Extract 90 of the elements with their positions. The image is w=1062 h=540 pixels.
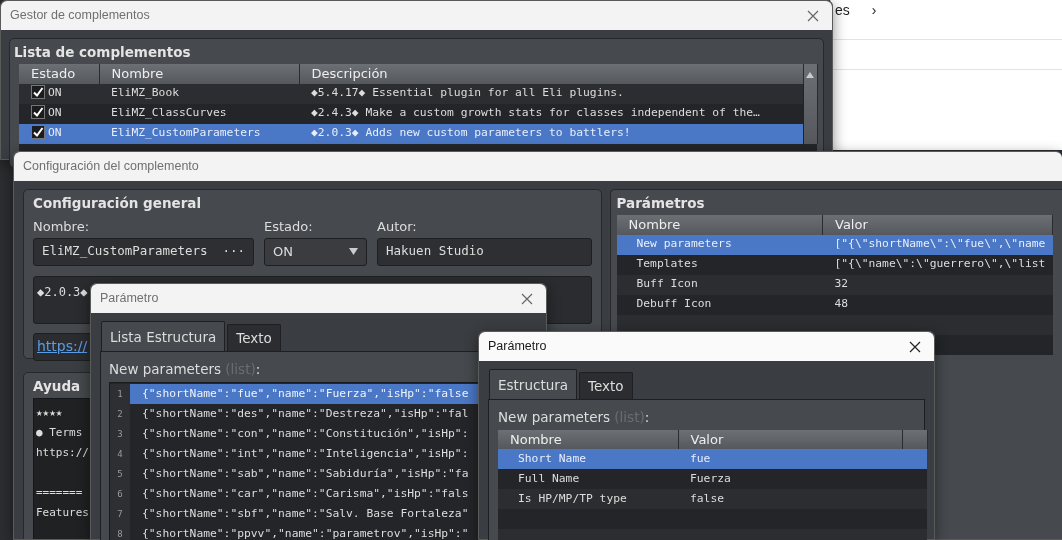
line-number: 7 [110,503,130,524]
checkbox[interactable] [31,105,45,120]
header-text: es [835,1,850,20]
status-dropdown[interactable]: ON [264,237,367,266]
field-value: EliMZ_CustomParameters [42,242,208,261]
name-field[interactable]: EliMZ_CustomParameters ··· [33,237,254,266]
group-title: Parámetros [616,194,705,213]
browse-button[interactable]: ··· [222,242,245,262]
parameter-row[interactable]: Templates ["{\"name\":\"guerrero\",\"list [616,254,1053,275]
column-header[interactable]: Estado [19,64,99,84]
field-label: New parameters [109,361,222,378]
help-text: https:// [36,446,89,460]
plugin-row[interactable]: ON EliMZ_CustomParameters ◆2.0.3◆ Adds new custom parameters to battlers! [19,123,817,144]
table-cell: Buff Icon [616,274,823,295]
field-label: Autor: [377,218,418,237]
column-header[interactable]: Descripción [299,64,803,84]
column-header[interactable]: Nombre [498,429,678,449]
parameter-row[interactable]: New parameters ["{\"shortName\":\"fue\",\"name [616,234,1053,255]
status-text: ON [48,86,62,100]
scrollbar[interactable] [803,64,817,144]
line-number: 1 [110,383,130,404]
column-header[interactable]: Nombre [616,215,823,235]
table-cell: Fuerza [678,469,927,489]
line-number: 2 [110,403,130,424]
window-title: Parámetro [100,290,159,308]
line-number: 4 [110,443,130,464]
table-cell: EliMZ_ClassCurves [99,103,299,124]
window-title: Configuración del complemento [23,158,199,176]
table-cell: ◆2.0.3◆ Adds new custom parameters to battlers! [299,123,803,144]
line-number: 5 [110,463,130,484]
table-cell: ◆2.4.3◆ Make a custom growth stats for classes independent of the… [299,103,803,124]
column-header[interactable]: Valor [678,429,902,449]
field-value: Hakuen Studio [386,242,484,261]
field-label: Nombre: [33,218,91,237]
description-text: ◆2.0.3◆ [37,284,88,299]
parameter-row[interactable]: Buff Icon 32 [616,274,1053,295]
window-title: Gestor de complementos [10,7,150,25]
table-cell: fue [678,449,927,469]
close-icon [807,9,819,22]
tab[interactable]: Estructura [489,369,578,400]
line-number: 3 [110,423,130,444]
close-icon [909,340,921,353]
label-colon: : [644,409,650,426]
group-title: Configuración general [33,194,202,213]
status-text: ON [48,106,62,120]
status-text: ON [48,126,62,140]
checkbox[interactable] [31,85,45,100]
table-cell: false [678,489,927,509]
table-cell: Is HP/MP/TP type [498,489,678,509]
line-number: 6 [110,483,130,504]
field-label: Estado: [264,218,314,237]
table-cell: New parameters [616,234,823,255]
window-title: Parámetro [488,338,547,356]
plugin-row[interactable]: ON EliMZ_ClassCurves ◆2.4.3◆ Make a custom growth stats for classes independent of the… [19,103,817,124]
help-text: ★★★★ [36,406,63,420]
field-row[interactable]: Is HP/MP/TP type false [498,489,927,509]
table-cell: Short Name [498,449,678,469]
label-colon: : [255,361,261,378]
field-label: New parameters [498,409,611,426]
column-header[interactable]: Nombre [99,64,299,84]
group-title: Lista de complementos [14,43,191,62]
table-cell: Full Name [498,469,678,489]
check-icon [32,86,44,99]
table-cell: Debuff Icon [616,294,823,315]
checkbox[interactable] [31,125,45,140]
close-icon [521,292,533,305]
dropdown-value: ON [273,243,293,261]
table-cell: EliMZ_Book [99,83,299,104]
tab[interactable]: Texto [227,324,281,352]
scroll-up-icon [805,70,815,79]
tab[interactable]: Lista Estructura [101,321,226,352]
caret-icon [349,248,358,256]
plugin-row[interactable]: ON EliMZ_Book ◆5.4.17◆ Essential plugin for all Eli plugins. [19,83,817,104]
help-text: Features [36,506,89,520]
author-field[interactable]: Hakuen Studio [377,237,592,266]
table-cell: EliMZ_CustomParameters [99,123,299,144]
help-text: ● Terms [36,426,83,440]
table-cell: Templates [616,254,823,275]
column-header[interactable]: Valor [822,215,1053,235]
check-icon [32,126,44,139]
link[interactable]: https:// [37,336,88,358]
help-text: ======= [36,486,83,500]
field-row[interactable]: Full Name Fuerza [498,469,927,489]
field-row[interactable]: Short Name fue [498,449,927,469]
group-title: Ayuda [33,377,81,396]
tab[interactable]: Texto [579,372,633,400]
check-icon [32,106,44,119]
parameter-row[interactable]: Debuff Icon 48 [616,294,1053,315]
header-text: › [871,1,877,20]
table-cell: ◆5.4.17◆ Essential plugin for all Eli plugins. [299,83,803,104]
